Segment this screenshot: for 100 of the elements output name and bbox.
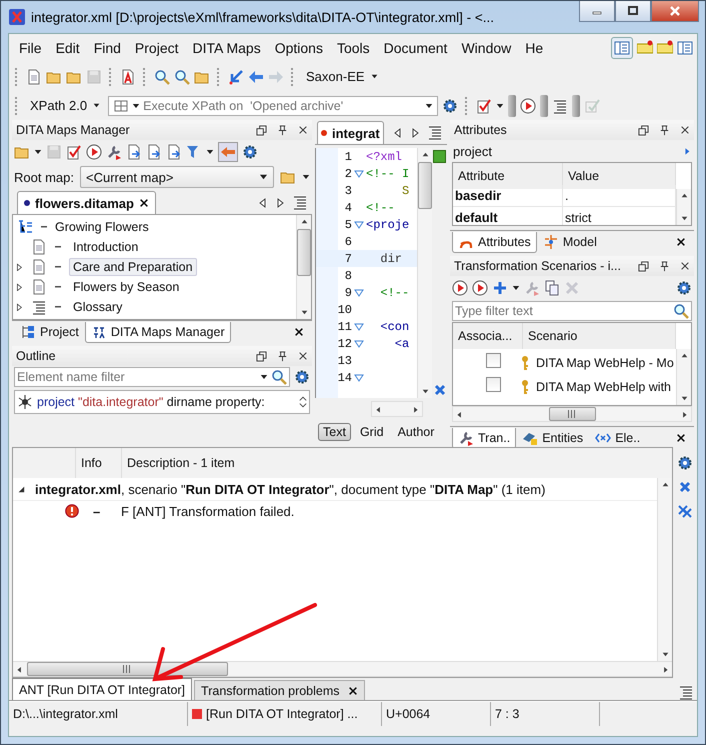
pin-icon[interactable]: [659, 260, 670, 272]
close-icon[interactable]: [680, 261, 690, 271]
scrollbar[interactable]: [371, 401, 423, 417]
tree-item[interactable]: Flowers by Season: [69, 278, 184, 296]
search-icon[interactable]: [154, 68, 170, 84]
run-icon[interactable]: [86, 144, 102, 160]
toolbar-grip[interactable]: [465, 96, 470, 114]
scroll-arrow-icon[interactable]: [681, 410, 688, 418]
find-in-files-icon[interactable]: [174, 68, 190, 84]
settings-icon[interactable]: [242, 144, 258, 160]
fold-icon[interactable]: [354, 288, 364, 296]
filter-input[interactable]: Type filter text: [455, 304, 670, 318]
close-icon[interactable]: [676, 433, 686, 443]
remove-all-icon[interactable]: [677, 503, 693, 519]
caret-icon[interactable]: [370, 73, 378, 80]
output-tab[interactable]: Transformation problems: [194, 680, 365, 700]
column-header[interactable]: Info: [75, 448, 121, 478]
scroll-arrow-icon[interactable]: [662, 651, 668, 658]
mode-tab[interactable]: Author: [392, 423, 440, 441]
scroll-thumb[interactable]: [297, 229, 311, 276]
expand-icon[interactable]: [15, 263, 23, 271]
filter-field[interactable]: Element name filter: [14, 367, 290, 387]
scrollbar[interactable]: [676, 349, 691, 405]
maximize-icon[interactable]: [627, 6, 639, 16]
fold-icon[interactable]: [354, 170, 364, 178]
xpath-field[interactable]: Execute XPath on 'Opened archive': [108, 96, 438, 116]
remove-icon[interactable]: [677, 479, 693, 495]
column-header[interactable]: Scenario: [523, 323, 676, 349]
settings-icon[interactable]: [442, 98, 458, 114]
configure-run-icon[interactable]: [472, 280, 488, 296]
scroll-arrow-icon[interactable]: [16, 666, 23, 672]
filter-field[interactable]: Type filter text: [452, 301, 692, 321]
caret-icon[interactable]: [93, 102, 100, 109]
close-icon[interactable]: [294, 327, 304, 337]
problem-description[interactable]: F [ANT] Transformation failed.: [115, 504, 294, 518]
scroll-arrow-icon[interactable]: [680, 215, 688, 222]
project-icon[interactable]: [20, 324, 36, 340]
menu-item[interactable]: DITA Maps: [186, 40, 268, 56]
tab-list-icon[interactable]: [292, 194, 308, 210]
toolbar-handle[interactable]: [508, 94, 516, 116]
scroll-arrow-icon[interactable]: [300, 218, 308, 225]
tree-item[interactable]: Glossary: [69, 298, 126, 316]
dropdown-arrow-icon[interactable]: [425, 102, 434, 110]
run-icon[interactable]: [520, 98, 536, 114]
root-map-dropdown[interactable]: <Current map>: [80, 166, 274, 188]
insert-icon[interactable]: [146, 144, 162, 160]
new-icon[interactable]: [492, 280, 508, 296]
collapse-icon[interactable]: [17, 485, 25, 493]
settings-icon[interactable]: [677, 455, 693, 471]
scrollbar[interactable]: [676, 189, 691, 225]
scroll-thumb[interactable]: [418, 162, 432, 209]
scenario-name[interactable]: DITA Map WebHelp with: [536, 380, 672, 394]
restore-icon[interactable]: [638, 124, 649, 136]
pin-icon[interactable]: [659, 124, 670, 136]
menu-item[interactable]: File: [12, 40, 49, 56]
view-tab[interactable]: Ele..: [589, 428, 646, 448]
scroll-arrow-icon[interactable]: [375, 406, 382, 412]
toolbar-grip[interactable]: [143, 68, 147, 86]
column-header[interactable]: Attribute: [453, 163, 563, 189]
glossary-icon[interactable]: [31, 299, 47, 315]
maximize-button[interactable]: [615, 1, 651, 22]
fold-icon[interactable]: [354, 374, 364, 382]
fold-icon[interactable]: [354, 220, 364, 228]
minimize-button[interactable]: [579, 1, 615, 22]
scrollbar[interactable]: [657, 478, 672, 661]
scroll-arrow-icon[interactable]: [680, 192, 688, 199]
editor-tab[interactable]: integrat: [317, 121, 384, 144]
grid-icon[interactable]: [113, 98, 130, 114]
tree-item[interactable]: Introduction: [69, 238, 142, 256]
close-icon[interactable]: [680, 125, 690, 135]
scroll-arrow-icon[interactable]: [300, 309, 308, 316]
dropdown-arrow-icon[interactable]: [512, 284, 520, 292]
dropdown-arrow-icon[interactable]: [260, 373, 268, 381]
menu-item[interactable]: Document: [376, 40, 454, 56]
back-arrow-icon[interactable]: [248, 68, 264, 84]
dropdown-arrow-icon[interactable]: [302, 173, 310, 181]
scrollbar[interactable]: [13, 661, 672, 677]
expand-icon[interactable]: [15, 283, 23, 291]
scroll-arrow-icon[interactable]: [456, 410, 463, 418]
menu-item[interactable]: Window: [454, 40, 518, 56]
insert-after-icon[interactable]: [166, 144, 182, 160]
apply-icon[interactable]: [452, 280, 468, 296]
search-icon[interactable]: [673, 303, 689, 319]
restore-icon[interactable]: [256, 124, 267, 136]
menu-item[interactable]: Find: [86, 40, 128, 56]
next-tab-icon[interactable]: [275, 196, 285, 208]
view-tab[interactable]: DITA Maps Manager: [84, 322, 231, 342]
close-icon[interactable]: [348, 686, 358, 696]
next-icon[interactable]: [683, 146, 691, 156]
toolbar-handle[interactable]: [572, 94, 580, 116]
link-icon[interactable]: [126, 144, 142, 160]
checkbox[interactable]: [486, 353, 501, 368]
view-tab[interactable]: Project: [14, 322, 85, 342]
topic-icon[interactable]: [31, 279, 47, 295]
pin-icon[interactable]: [277, 350, 288, 362]
previous-tab-icon[interactable]: [393, 126, 403, 138]
menu-item[interactable]: Edit: [48, 40, 87, 56]
previous-tab-icon[interactable]: [258, 196, 268, 208]
view-tab[interactable]: Tran..: [452, 428, 516, 448]
expand-icon[interactable]: [15, 303, 23, 311]
